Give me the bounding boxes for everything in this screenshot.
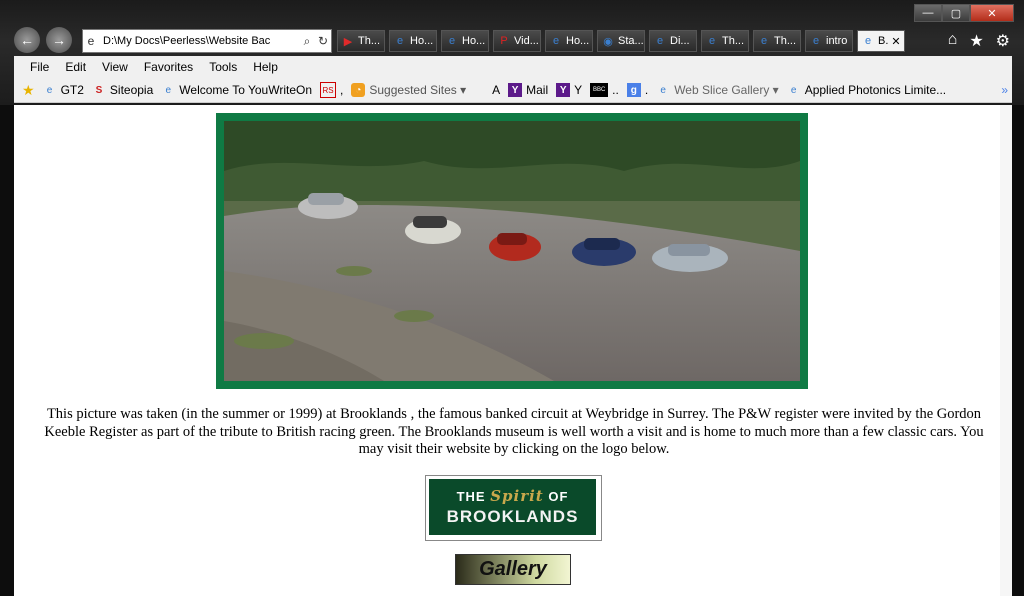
home-icon[interactable]: ⌂ [948,31,958,51]
spirit-of-brooklands-logo[interactable]: THE Spirit OF BROOKLANDS [425,475,602,541]
ie-icon: e [448,35,456,47]
gear-icon[interactable]: ⚙ [996,31,1010,51]
menu-bar: File Edit View Favorites Tools Help [14,56,1012,78]
fav-mail[interactable]: Y Mail [508,83,548,97]
gallery-button[interactable]: Gallery [455,554,571,585]
minimize-button[interactable]: — [914,4,942,22]
fav-applied-photonics[interactable]: e Applied Photonics Limite... [787,83,946,97]
add-favorites-star-icon[interactable]: ★ [22,82,35,99]
page-icon: e [87,34,95,48]
yahoo-icon: Y [556,83,571,97]
fav-siteopia[interactable]: S Siteopia [92,83,154,97]
apple-icon [474,83,488,97]
page-content: This picture was taken (in the summer or… [14,105,1012,596]
tab-6[interactable]: ◉ Sta... [597,30,645,52]
yahoo-icon: Y [508,83,523,97]
address-text[interactable]: D:\My Docs\Peerless\Website Bac [99,35,299,47]
youtube-icon: ▶ [343,35,353,48]
navigation-buttons: ← → [14,27,72,53]
brooklands-photo [216,113,808,389]
ie-icon: e [812,35,820,47]
tab-3[interactable]: e Ho... [441,30,489,52]
favorites-bar: ★ e GT2 S Siteopia e Welcome To YouWriteOn … [14,78,1012,103]
back-button[interactable]: ← [14,27,40,53]
siteopia-icon: S [95,84,103,96]
ie-icon: e [46,84,53,96]
fav-yahoo[interactable]: YY [556,83,582,97]
tab-strip: ▶ Th... e Ho... e Ho... P Vid... e Ho... ◉ Sta… [337,30,909,52]
photo-caption: This picture was taken (in the summer or… [44,406,984,457]
ie-icon: e [165,84,172,96]
brooklands-photo-image [224,121,800,381]
maximize-button[interactable]: ▢ [942,4,970,22]
web-slice-icon: e [660,84,666,96]
menu-edit[interactable]: Edit [65,60,86,74]
search-icon[interactable]: ⌕ [299,34,315,49]
ie-icon: e [656,35,664,47]
forward-button[interactable]: → [46,27,72,53]
refresh-icon[interactable]: ↻ [315,34,331,48]
menu-help[interactable]: Help [253,60,278,74]
tab-2[interactable]: e Ho... [389,30,437,52]
globe-icon: ◉ [603,35,613,48]
chevron-more-icon[interactable]: » [1001,83,1008,97]
ie-icon: e [864,35,872,47]
ie-icon: e [552,35,560,47]
menu-tools[interactable]: Tools [209,60,237,74]
vertical-scrollbar[interactable] [1000,105,1012,596]
fav-suggested-sites[interactable]: ◔ Suggested Sites ▾ [351,83,466,97]
bbc-icon: BBC [590,83,609,97]
address-bar[interactable]: e D:\My Docs\Peerless\Website Bac ⌕ ↻ [82,29,332,53]
rs-icon: RS [320,82,337,98]
tab-4[interactable]: P Vid... [493,30,541,52]
ie-icon: e [760,35,768,47]
favorites-star-icon[interactable]: ★ [969,31,983,51]
google-icon: g [626,83,641,97]
fav-google[interactable]: g. [626,83,648,97]
fav-bbc[interactable]: BBC.. [590,83,619,97]
fav-gt2[interactable]: e GT2 [43,83,84,97]
menu-favorites[interactable]: Favorites [144,60,193,74]
tab-active[interactable]: e B. ✕ [857,30,905,52]
toolbar-icons: ⌂ ★ ⚙ [948,31,1010,51]
window-controls: — ▢ ✕ [914,4,1014,22]
logo-line-2: BROOKLANDS [446,507,579,526]
ie-icon: e [790,84,797,96]
ie-icon: e [708,35,716,47]
logo-line-1: THE Spirit OF [456,487,569,505]
close-tab-icon[interactable]: ✕ [891,35,900,48]
logo-panel: THE Spirit OF BROOKLANDS [429,479,596,535]
ie-icon: e [396,35,404,47]
tab-1[interactable]: ▶ Th... [337,30,385,52]
p-icon: P [500,35,508,47]
fav-youwriteon[interactable]: e Welcome To YouWriteOn [161,83,313,97]
fav-web-slice-gallery[interactable]: e Web Slice Gallery ▾ [656,83,778,97]
fav-rs[interactable]: RS, [320,82,343,98]
menu-file[interactable]: File [30,60,49,74]
tab-9[interactable]: e Th... [753,30,801,52]
tab-5[interactable]: e Ho... [545,30,593,52]
suggested-sites-icon: ◔ [351,83,366,97]
menu-view[interactable]: View [102,60,128,74]
close-button[interactable]: ✕ [970,4,1014,22]
tab-8[interactable]: e Th... [701,30,749,52]
tab-10[interactable]: e intro [805,30,853,52]
fav-apple[interactable]: A [474,83,500,97]
tab-7[interactable]: e Di... [649,30,697,52]
